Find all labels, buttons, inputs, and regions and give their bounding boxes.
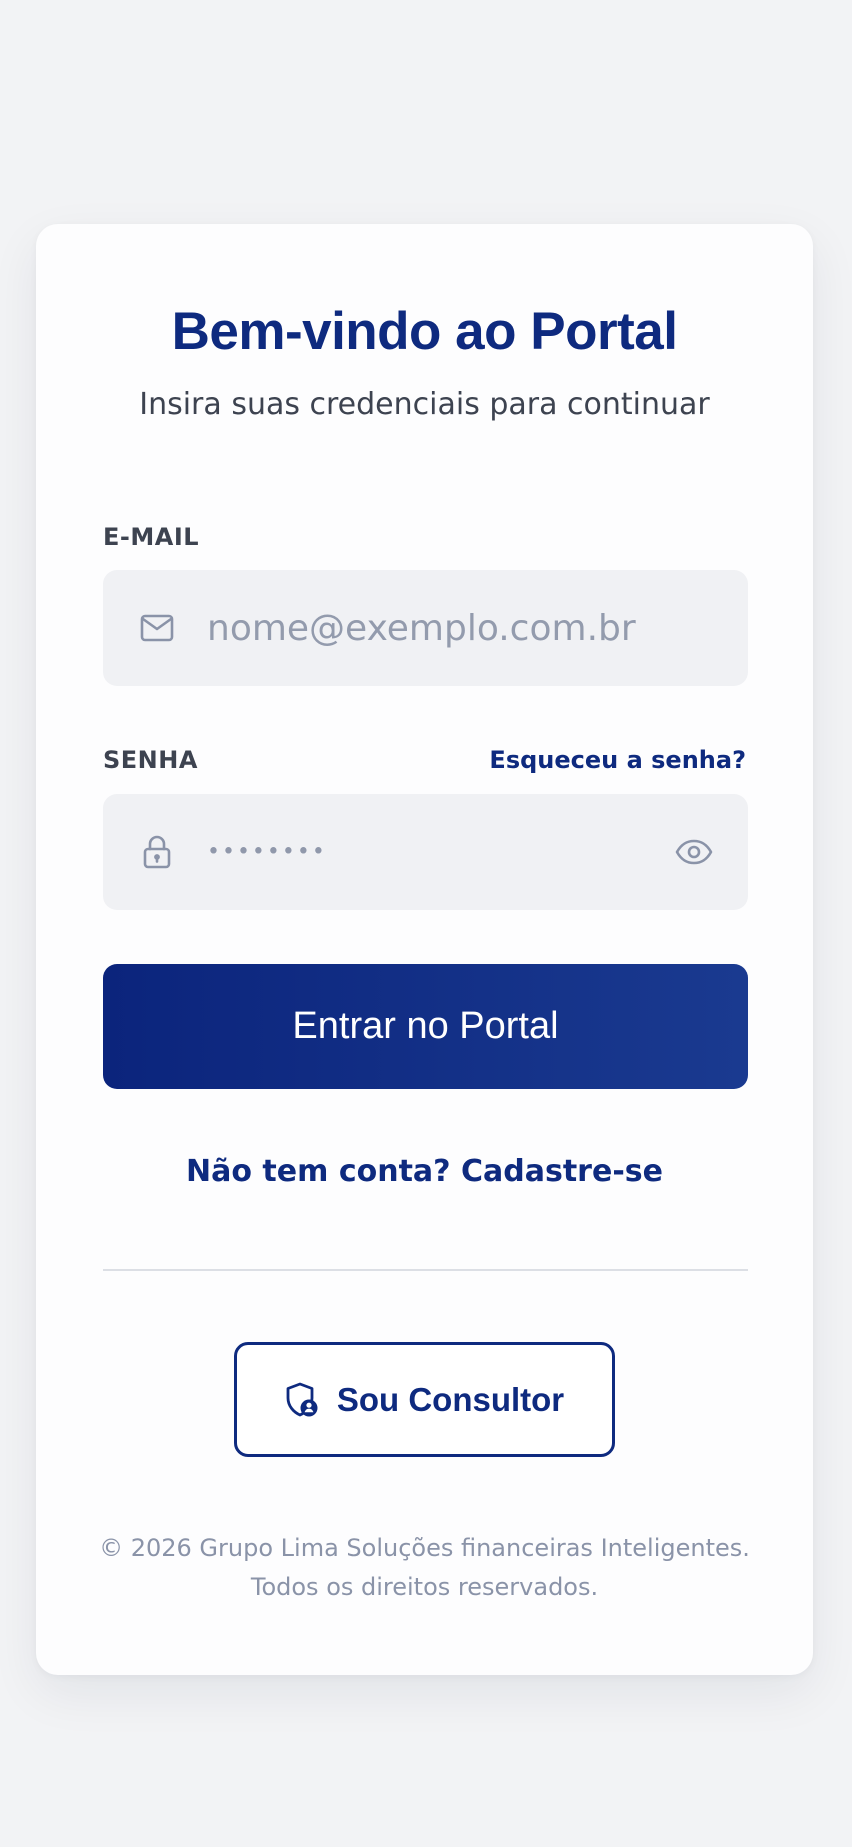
email-label: E-MAIL xyxy=(103,523,200,551)
consultor-button[interactable]: Sou Consultor xyxy=(234,1342,615,1457)
lock-icon xyxy=(139,834,175,870)
password-label: SENHA xyxy=(103,746,198,774)
email-input[interactable] xyxy=(207,570,668,686)
email-field[interactable] xyxy=(103,570,748,686)
password-field[interactable]: •••••••• xyxy=(103,794,748,910)
password-input[interactable]: •••••••• xyxy=(207,840,327,865)
login-card: Bem-vindo ao Portal Insira suas credenci… xyxy=(36,224,813,1675)
eye-icon[interactable] xyxy=(674,832,714,872)
forgot-password-link[interactable]: Esqueceu a senha? xyxy=(489,746,746,774)
footer: © 2026 Grupo Lima Soluções financeiras I… xyxy=(36,1529,813,1607)
shield-user-icon xyxy=(285,1382,319,1418)
signup-link[interactable]: Não tem conta? Cadastre-se xyxy=(36,1154,813,1189)
login-button[interactable]: Entrar no Portal xyxy=(103,964,748,1089)
divider xyxy=(103,1269,748,1271)
page-title: Bem-vindo ao Portal xyxy=(171,302,678,361)
consultor-label: Sou Consultor xyxy=(336,1380,565,1418)
footer-rights: Todos os direitos reservados. xyxy=(250,1573,599,1601)
footer-copyright: © 2026 Grupo Lima Soluções financeiras I… xyxy=(99,1534,750,1562)
mail-icon xyxy=(139,610,175,646)
page-subtitle: Insira suas credenciais para continuar xyxy=(139,387,710,422)
